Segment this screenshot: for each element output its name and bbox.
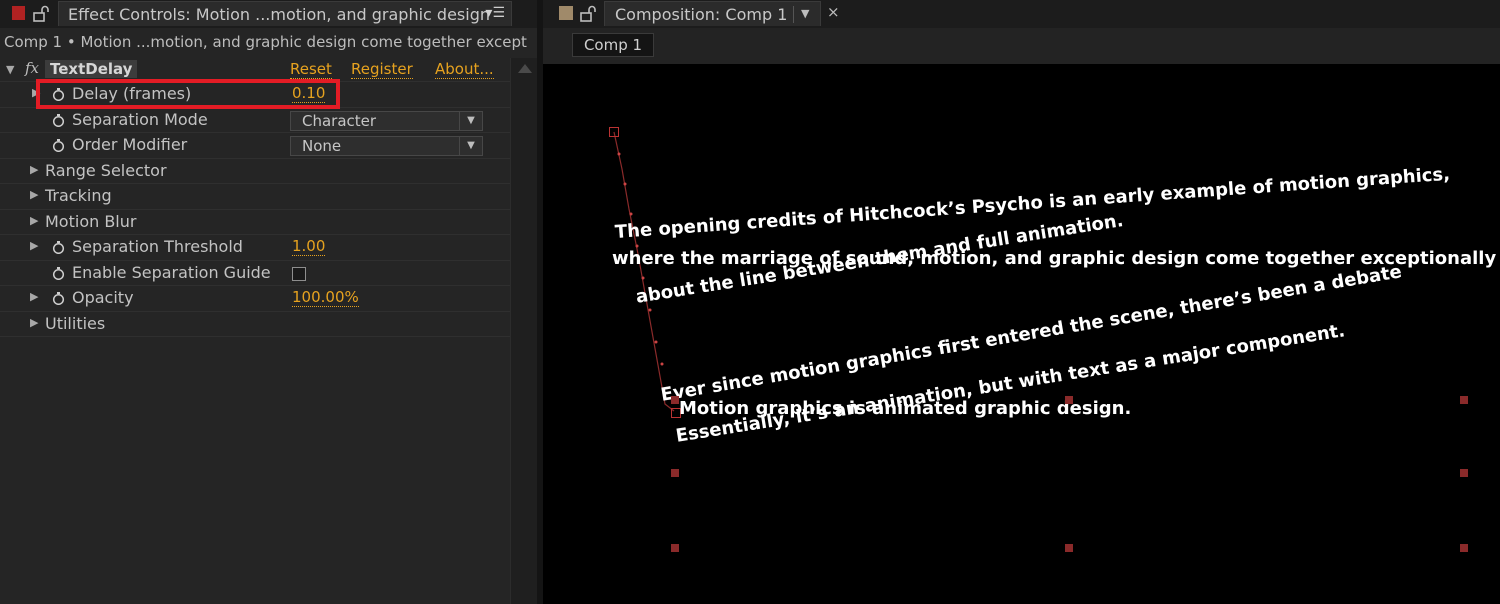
twirl-right-icon[interactable]: ▶	[30, 239, 38, 252]
tab-effect-controls[interactable]: Effect Controls: Motion ...motion, and g…	[58, 1, 512, 26]
twirl-right-icon[interactable]: ▶	[30, 163, 38, 176]
property-label: Opacity	[72, 288, 134, 307]
transform-handle[interactable]	[1460, 469, 1468, 477]
tab-title: Composition: Comp 1	[615, 5, 788, 24]
stopwatch-icon[interactable]	[52, 292, 65, 305]
panel-color-swatch[interactable]	[12, 6, 25, 20]
layer-breadcrumb: Comp 1 • Motion ...motion, and graphic d…	[4, 33, 527, 51]
dropdown-value: Character	[302, 111, 377, 130]
order-modifier-dropdown[interactable]: None ▼	[290, 136, 483, 156]
tab-separator	[793, 6, 794, 23]
chevron-down-icon[interactable]: ▼	[801, 7, 809, 20]
property-row-order-modifier[interactable]: Order Modifier None ▼	[0, 133, 510, 159]
composition-nav-bar: Comp 1	[543, 28, 1500, 64]
property-label: Enable Separation Guide	[72, 262, 271, 282]
anchor-point-handle[interactable]	[609, 127, 619, 137]
about-link[interactable]: About...	[435, 60, 494, 79]
property-group-tracking[interactable]: ▶ Tracking	[0, 184, 510, 210]
transform-handle[interactable]	[671, 396, 679, 404]
stopwatch-icon[interactable]	[52, 241, 65, 254]
dropdown-arrow-icon[interactable]: ▼	[459, 137, 482, 155]
panel-menu-icon[interactable]: ▾☰	[485, 5, 505, 21]
lock-icon[interactable]	[580, 5, 597, 22]
property-group-utilities[interactable]: ▶ Utilities	[0, 312, 510, 337]
group-label: Range Selector	[45, 160, 167, 180]
transform-handle[interactable]	[671, 469, 679, 477]
scroll-up-arrow-icon[interactable]	[518, 64, 532, 73]
twirl-right-icon[interactable]: ▶	[30, 214, 38, 227]
tab-title: Effect Controls: Motion ...motion, and g…	[68, 5, 490, 24]
panel-color-swatch[interactable]	[559, 6, 573, 20]
property-label: Order Modifier	[72, 135, 188, 154]
vertical-scrollbar[interactable]	[510, 58, 537, 604]
twirl-right-icon[interactable]: ▶	[30, 188, 38, 201]
property-row-enable-separation-guide[interactable]: Enable Separation Guide	[0, 261, 510, 286]
lock-icon[interactable]	[33, 5, 50, 22]
property-group-motion-blur[interactable]: ▶ Motion Blur	[0, 210, 510, 235]
dropdown-arrow-icon[interactable]: ▼	[459, 111, 482, 130]
stopwatch-icon[interactable]	[52, 266, 65, 280]
property-label: Separation Threshold	[72, 237, 243, 256]
property-row-opacity[interactable]: ▶ Opacity 100.00%	[0, 286, 510, 312]
composition-panel: Composition: Comp 1 ▼ × Comp 1 The openi…	[543, 0, 1500, 604]
property-label: Separation Mode	[72, 109, 208, 129]
composition-viewer[interactable]: The opening credits of Hitchcock’s Psych…	[543, 64, 1500, 604]
comp-breadcrumb-button[interactable]: Comp 1	[572, 33, 654, 57]
close-icon[interactable]: ×	[827, 3, 840, 21]
group-label: Tracking	[45, 186, 112, 205]
twirl-down-icon[interactable]: ▼	[6, 63, 14, 76]
panel-tab-bar: Effect Controls: Motion ...motion, and g…	[0, 0, 537, 28]
effect-name[interactable]: TextDelay	[45, 60, 138, 78]
stopwatch-icon[interactable]	[52, 139, 65, 152]
transform-handle[interactable]	[1065, 544, 1073, 552]
twirl-right-icon[interactable]: ▶	[30, 316, 38, 329]
panel-tab-bar: Composition: Comp 1 ▼ ×	[543, 0, 1500, 28]
separation-guide-checkbox[interactable]	[292, 266, 306, 281]
transform-handle[interactable]	[1460, 396, 1468, 404]
separation-mode-dropdown[interactable]: Character ▼	[290, 110, 483, 131]
group-label: Utilities	[45, 313, 106, 333]
stopwatch-icon[interactable]	[52, 113, 65, 127]
property-value-threshold[interactable]: 1.00	[292, 237, 326, 256]
property-row-separation-mode[interactable]: Separation Mode Character ▼	[0, 108, 510, 133]
property-group-range-selector[interactable]: ▶ Range Selector	[0, 159, 510, 184]
effect-controls-panel: Effect Controls: Motion ...motion, and g…	[0, 0, 537, 604]
register-link[interactable]: Register	[351, 60, 413, 79]
fx-icon[interactable]: fx	[25, 59, 39, 77]
property-row-separation-threshold[interactable]: ▶ Separation Threshold 1.00	[0, 235, 510, 261]
transform-handle[interactable]	[671, 544, 679, 552]
tab-composition[interactable]: Composition: Comp 1 ▼	[604, 1, 821, 26]
twirl-right-icon[interactable]: ▶	[30, 290, 38, 303]
reset-link[interactable]: Reset	[290, 60, 332, 79]
group-label: Motion Blur	[45, 211, 137, 231]
property-value-opacity[interactable]: 100.00%	[292, 288, 359, 307]
transform-handle[interactable]	[1065, 396, 1073, 404]
transform-handle[interactable]	[1460, 544, 1468, 552]
annotation-highlight-box	[36, 79, 340, 109]
dropdown-value: None	[302, 137, 342, 155]
